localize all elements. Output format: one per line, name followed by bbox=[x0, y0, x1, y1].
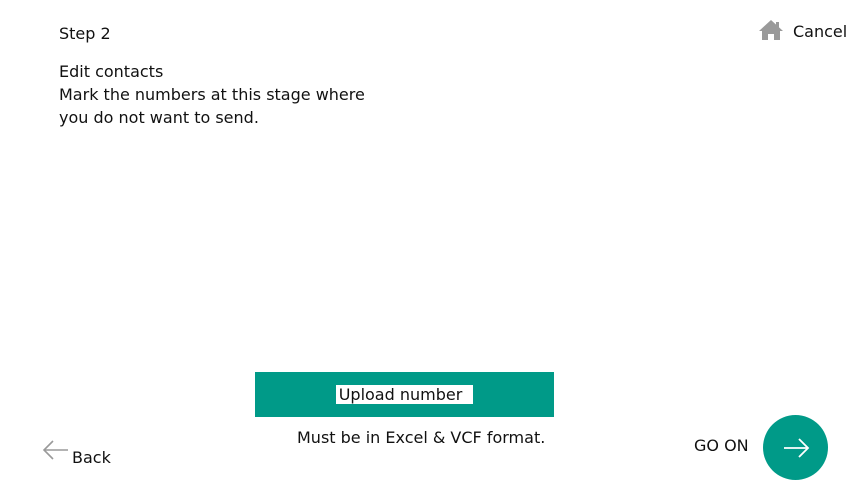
home-icon bbox=[759, 20, 783, 40]
upload-number-label: Upload number bbox=[335, 385, 474, 404]
back-label: Back bbox=[72, 448, 111, 467]
cancel-label: Cancel bbox=[793, 22, 848, 41]
step-label: Step 2 bbox=[59, 24, 111, 43]
instructions-text: Edit contacts Mark the numbers at this s… bbox=[59, 60, 365, 129]
format-note: Must be in Excel & VCF format. bbox=[297, 428, 546, 447]
instruction-title: Edit contacts bbox=[59, 62, 164, 81]
instruction-line: you do not want to send. bbox=[59, 108, 259, 127]
upload-number-button[interactable]: Upload number bbox=[255, 372, 554, 417]
back-button[interactable]: Back bbox=[42, 440, 111, 468]
arrow-right-icon bbox=[783, 437, 809, 458]
cancel-button[interactable]: Cancel bbox=[758, 18, 847, 42]
go-on-label[interactable]: GO ON bbox=[694, 436, 749, 456]
arrow-left-icon bbox=[42, 440, 68, 460]
instruction-line: Mark the numbers at this stage where bbox=[59, 85, 365, 104]
go-on-button[interactable] bbox=[763, 415, 828, 480]
